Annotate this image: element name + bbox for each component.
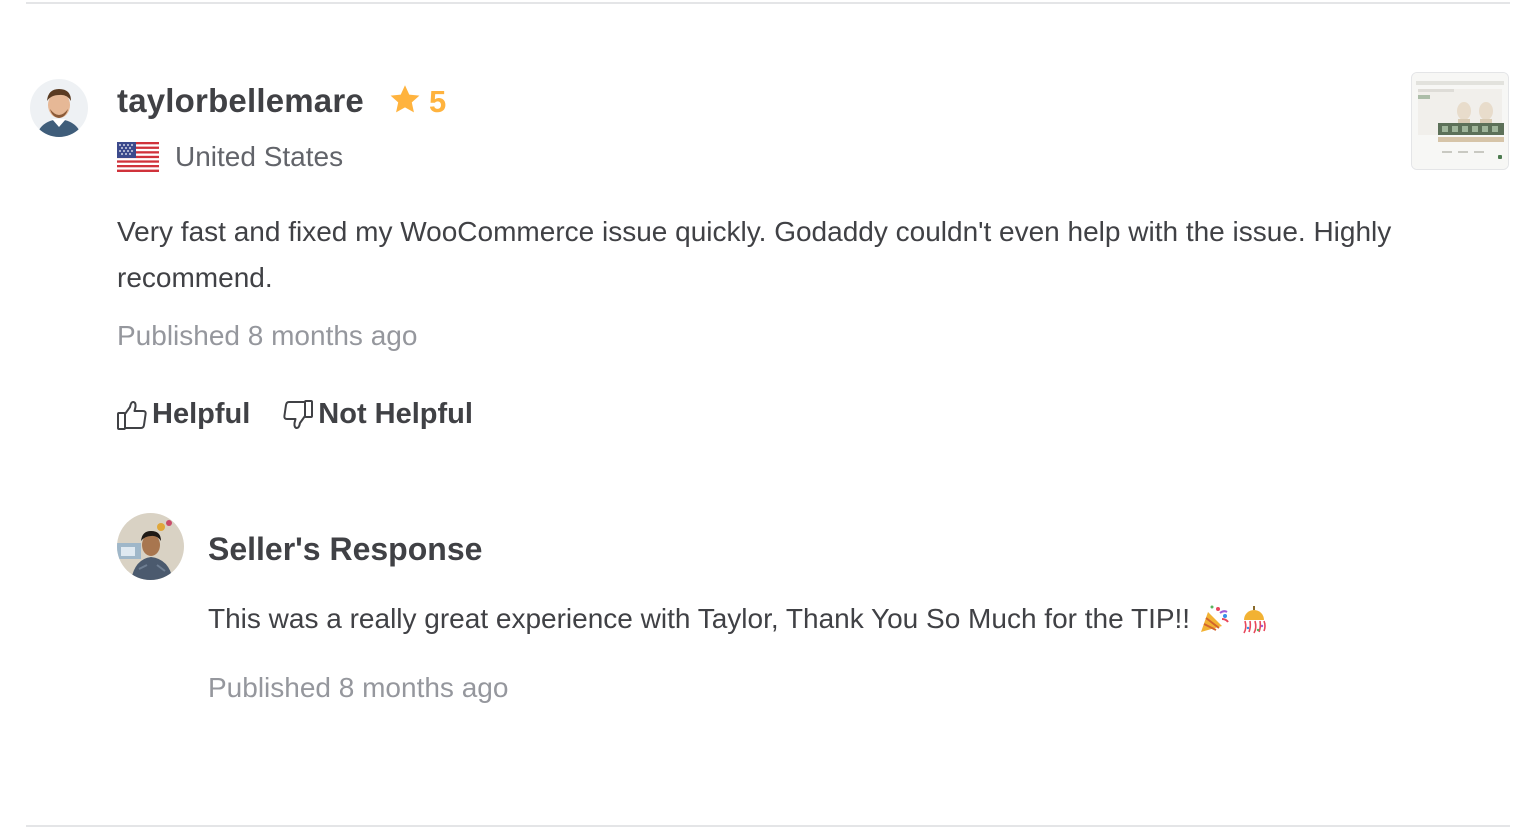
party-popper-icon	[1198, 604, 1230, 634]
confetti-ball-icon	[1238, 604, 1270, 634]
star-icon	[389, 84, 421, 120]
seller-response-title: Seller's Response	[208, 531, 483, 567]
seller-response-text-row: This was a really great experience with …	[208, 603, 1270, 635]
reviewer-avatar[interactable]	[30, 79, 88, 137]
not-helpful-button[interactable]: Not Helpful	[282, 398, 473, 431]
seller-response-published-date: Published 8 months ago	[208, 672, 509, 703]
country-name: United States	[175, 141, 344, 172]
reviewer-username[interactable]: taylorbellemare	[117, 82, 364, 120]
helpful-button[interactable]: Helpful	[116, 398, 250, 431]
top-divider	[26, 2, 1510, 4]
thumbs-up-icon	[116, 399, 148, 431]
delivery-thumbnail[interactable]	[1411, 72, 1509, 170]
thumbs-down-icon	[282, 399, 314, 431]
not-helpful-label: Not Helpful	[318, 398, 473, 430]
seller-response-text: This was a really great experience with …	[208, 603, 1191, 634]
helpful-label: Helpful	[152, 398, 251, 430]
reviewer-country: United States	[117, 141, 343, 173]
review-published-date: Published 8 months ago	[117, 320, 418, 351]
bottom-divider	[26, 825, 1510, 827]
seller-avatar[interactable]	[117, 513, 184, 580]
rating: 5	[389, 84, 446, 120]
review-text: Very fast and fixed my WooCommerce issue…	[117, 216, 1392, 293]
rating-value: 5	[429, 84, 447, 119]
us-flag-icon	[117, 142, 159, 172]
review-feedback: Helpful Not Helpful	[116, 398, 473, 431]
